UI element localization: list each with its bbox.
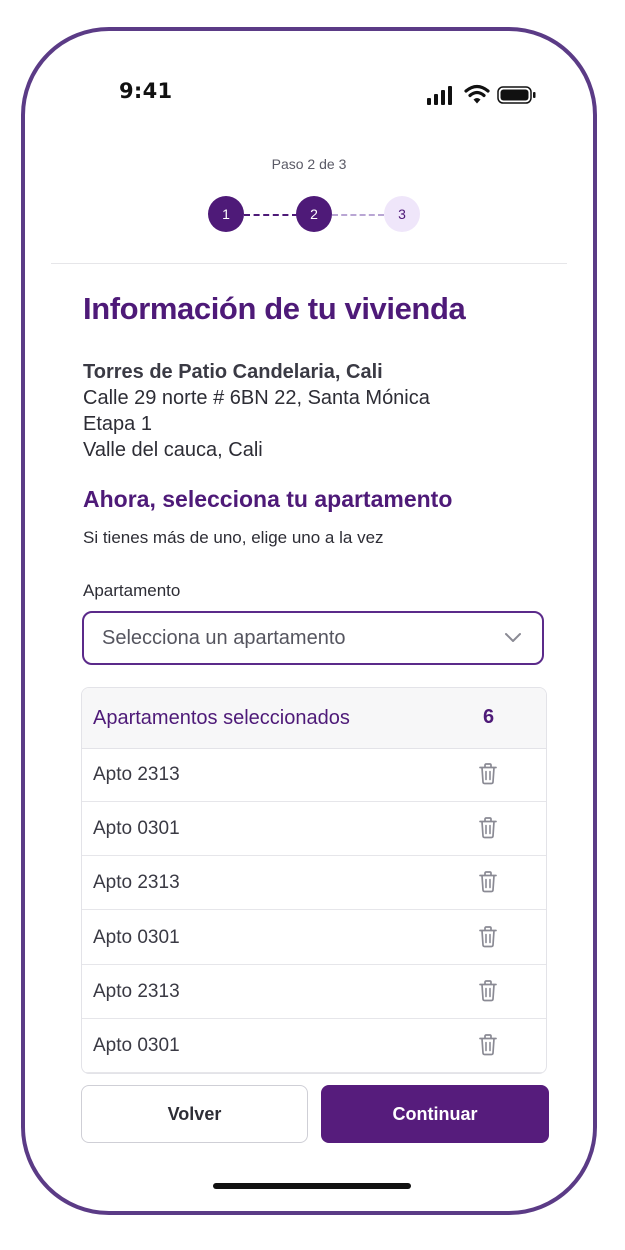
trash-icon[interactable]	[477, 816, 499, 840]
phone-frame: 9:41 Paso 2 de 3 1 2 3 Información de tu…	[21, 27, 597, 1215]
table-row: Apto 2313	[82, 965, 546, 1019]
apartment-label: Apto 2313	[93, 764, 180, 785]
apartment-field-label: Apartamento	[83, 581, 181, 600]
apartment-label: Apto 0301	[93, 818, 180, 840]
status-time: 9:41	[119, 79, 173, 103]
table-header-title: Apartamentos seleccionados	[93, 707, 350, 729]
trash-icon[interactable]	[477, 1033, 499, 1057]
continue-button[interactable]: Continuar	[321, 1085, 549, 1143]
step-2: 2	[296, 196, 332, 232]
apartment-select[interactable]: Selecciona un apartamento	[82, 611, 544, 665]
table-row: Apto 0301	[82, 802, 546, 857]
trash-icon[interactable]	[477, 925, 499, 949]
apartment-label: Apto 2313	[93, 980, 180, 1002]
apartment-label: Apto 0301	[93, 1035, 180, 1056]
address-line-3: Valle del cauca, Cali	[83, 439, 263, 461]
signal-icon	[427, 85, 455, 105]
apartment-label: Apto 0301	[93, 926, 180, 948]
progress-stepper: 1 2 3	[208, 194, 420, 234]
back-button[interactable]: Volver	[81, 1085, 308, 1143]
step-connector-2	[332, 214, 384, 216]
table-row: Apto 2313	[82, 856, 546, 911]
page-title: Información de tu vivienda	[83, 291, 466, 326]
selected-apartments-table: Apartamentos seleccionados 6 Apto 2313 Ap…	[81, 687, 547, 1074]
address-line-2: Etapa 1	[83, 413, 152, 435]
home-indicator	[213, 1183, 411, 1189]
trash-icon[interactable]	[477, 870, 499, 894]
address-block: Torres de Patio Candelaria, Cali Calle 2…	[83, 359, 430, 463]
table-row: Apto 0301	[82, 1019, 546, 1073]
table-row: Apto 2313	[82, 748, 546, 802]
battery-icon	[497, 86, 537, 104]
table-header: Apartamentos seleccionados 6	[82, 688, 546, 749]
chevron-down-icon	[504, 631, 522, 643]
step-connector-1	[244, 214, 298, 216]
section-helper-text: Si tienes más de uno, elige uno a la vez	[83, 528, 384, 547]
section-title: Ahora, selecciona tu apartamento	[83, 486, 453, 512]
status-icons	[427, 83, 539, 107]
header-divider	[51, 263, 567, 264]
step-1: 1	[208, 196, 244, 232]
step-label: Paso 2 de 3	[271, 156, 347, 172]
step-3: 3	[384, 196, 420, 232]
trash-icon[interactable]	[477, 979, 499, 1003]
selected-count: 6	[483, 706, 495, 728]
property-name: Torres de Patio Candelaria, Cali	[83, 361, 383, 383]
wifi-icon	[464, 83, 490, 105]
apartment-select-placeholder: Selecciona un apartamento	[102, 627, 346, 649]
table-row: Apto 0301	[82, 911, 546, 965]
apartment-label: Apto 2313	[93, 872, 180, 894]
trash-icon[interactable]	[477, 762, 499, 786]
address-line-1: Calle 29 norte # 6BN 22, Santa Mónica	[83, 387, 430, 409]
